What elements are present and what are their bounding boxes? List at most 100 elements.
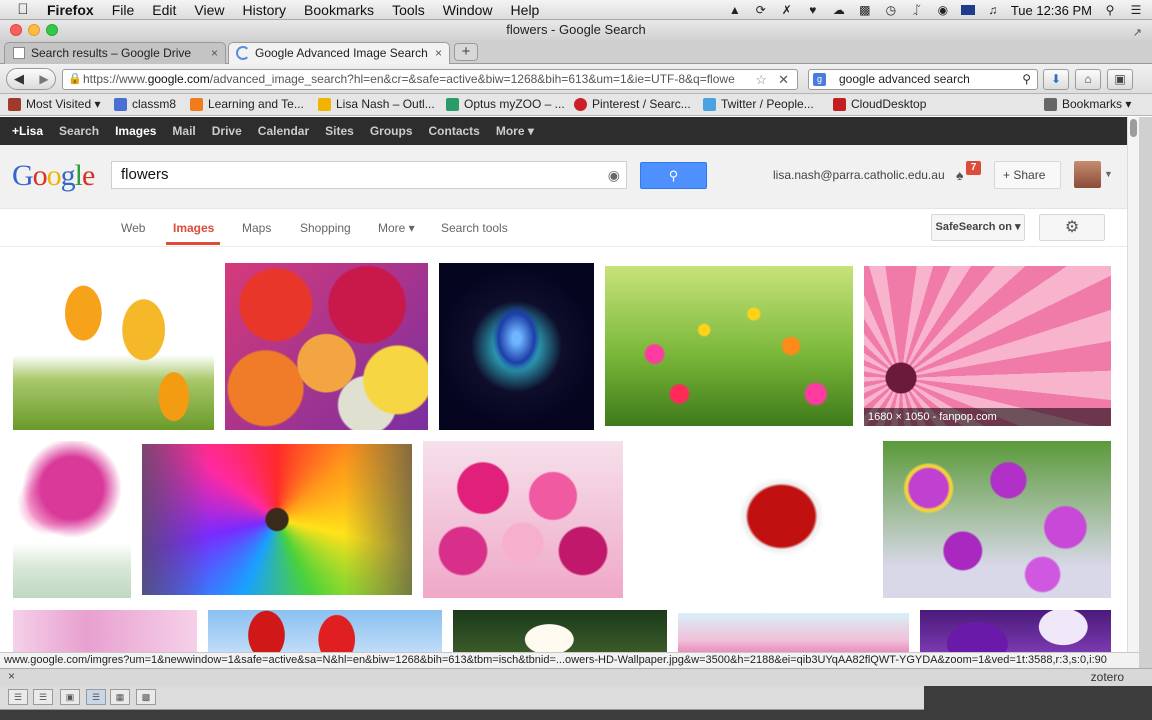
menu-window[interactable]: Window (434, 2, 502, 18)
bookmark-most-visited[interactable]: Most Visited ▾ (8, 97, 101, 111)
notification-badge[interactable]: 7 (966, 161, 981, 175)
new-tab-button[interactable]: + (454, 43, 478, 61)
window-zoom-button[interactable] (46, 24, 58, 36)
menu-history[interactable]: History (233, 2, 295, 18)
notification-bell-icon[interactable]: ♠ (956, 167, 963, 183)
heart-icon[interactable]: ♥ (805, 3, 821, 17)
zotero-button[interactable]: zotero (1091, 670, 1124, 684)
downloads-button[interactable]: ⬇ (1043, 69, 1069, 90)
bookmark-pinterest[interactable]: Pinterest / Searc... (574, 97, 691, 111)
bluetooth-icon[interactable]: ᛢ (909, 3, 925, 17)
forward-arrow-icon[interactable]: ▶ (35, 70, 53, 88)
tab-close-icon[interactable]: × (435, 43, 442, 63)
image-result[interactable] (13, 610, 197, 652)
gbar-calendar[interactable]: Calendar (254, 124, 317, 138)
menu-bookmarks[interactable]: Bookmarks (295, 2, 383, 18)
list-view-icon[interactable]: ☰ (33, 689, 53, 705)
image-result[interactable] (453, 610, 667, 652)
search-icon[interactable]: ⚲ (1022, 70, 1031, 89)
gbar-groups[interactable]: Groups (366, 124, 421, 138)
cover-view-icon[interactable]: ▩ (136, 689, 156, 705)
safesearch-dropdown[interactable]: SafeSearch on ▾ (931, 214, 1025, 241)
wifi-icon[interactable]: ◉ (935, 3, 951, 17)
search-input[interactable]: flowers ◉ (111, 161, 627, 189)
mute-icon[interactable]: ✗ (779, 3, 795, 17)
camera-icon[interactable]: ◉ (608, 162, 620, 188)
grid-view-icon[interactable]: ▦ (110, 689, 130, 705)
screenshot-button[interactable]: ▣ (1107, 69, 1133, 90)
search-tools-button[interactable]: Search tools (441, 221, 508, 235)
bookmark-twitter[interactable]: Twitter / People... (703, 97, 814, 111)
settings-button[interactable]: ⚙ (1039, 214, 1105, 241)
clock[interactable]: Tue 12:36 PM (1011, 3, 1092, 18)
tab-more[interactable]: More ▾ (378, 221, 415, 235)
volume-icon[interactable]: ♫ (985, 3, 1001, 17)
tab-images[interactable]: Images (173, 221, 214, 235)
notification-center-icon[interactable]: ☰ (1128, 3, 1144, 17)
detail-view-icon[interactable]: ☰ (86, 689, 106, 705)
bookmark-clouddesktop[interactable]: CloudDesktop (833, 97, 926, 111)
image-result[interactable] (142, 444, 412, 595)
menu-edit[interactable]: Edit (143, 2, 185, 18)
home-button[interactable]: ⌂ (1075, 69, 1101, 90)
back-arrow-icon[interactable]: ◀ (9, 70, 29, 88)
gbar-plus-lisa[interactable]: +Lisa (8, 124, 51, 138)
menu-help[interactable]: Help (502, 2, 549, 18)
tab-web[interactable]: Web (121, 221, 145, 235)
tab-shopping[interactable]: Shopping (300, 221, 351, 235)
image-result[interactable] (208, 610, 442, 652)
image-result[interactable] (605, 266, 853, 426)
bookmarks-menu[interactable]: Bookmarks ▾ (1044, 97, 1131, 111)
menu-file[interactable]: File (103, 2, 144, 18)
gbar-sites[interactable]: Sites (321, 124, 362, 138)
bookmark-classm8[interactable]: classm8 (114, 97, 176, 111)
menu-app-firefox[interactable]: Firefox (38, 2, 103, 18)
user-email[interactable]: lisa.nash@parra.catholic.edu.au (773, 168, 945, 182)
share-button[interactable]: + Share (994, 161, 1061, 189)
list-view-icon[interactable]: ☰ (8, 689, 28, 705)
lock-icon[interactable]: 🔒 (68, 70, 82, 89)
browser-search-box[interactable]: g google advanced search ⚲ (808, 69, 1038, 90)
gbar-contacts[interactable]: Contacts (425, 124, 488, 138)
image-result[interactable]: 1680 × 1050 - fanpop.com (864, 266, 1111, 426)
apple-menu-icon[interactable]:  (8, 1, 38, 18)
flag-icon[interactable] (960, 5, 975, 15)
image-result[interactable] (920, 610, 1111, 652)
spotlight-icon[interactable]: ⚲ (1102, 3, 1118, 17)
thumbnail-view-icon[interactable]: ▣ (60, 689, 80, 705)
gbar-images[interactable]: Images (111, 124, 164, 138)
stop-icon[interactable]: ✕ (778, 70, 789, 89)
time-machine-icon[interactable]: ◷ (883, 3, 899, 17)
avatar[interactable] (1074, 161, 1101, 188)
sync-icon[interactable]: ⟳ (753, 3, 769, 17)
scrollbar-thumb[interactable] (1130, 119, 1137, 137)
image-result[interactable] (883, 441, 1111, 598)
search-button[interactable]: ⚲ (640, 162, 707, 189)
google-logo[interactable]: Google (12, 159, 95, 193)
url-bar[interactable]: 🔒 https://www.google.com/advanced_image_s… (62, 69, 798, 90)
gbar-drive[interactable]: Drive (208, 124, 250, 138)
chevron-down-icon[interactable]: ▼ (1104, 169, 1113, 179)
bookmark-star-icon[interactable]: ☆ (751, 70, 767, 89)
addon-bar-close-icon[interactable]: × (8, 669, 15, 683)
tab-advanced-image-search[interactable]: Google Advanced Image Search × (228, 42, 450, 65)
image-result[interactable] (13, 441, 131, 598)
tab-google-drive[interactable]: Search results – Google Drive × (4, 42, 226, 64)
image-result[interactable] (225, 263, 428, 430)
image-result[interactable] (423, 441, 623, 598)
image-result[interactable] (439, 263, 594, 430)
tab-maps[interactable]: Maps (242, 221, 271, 235)
image-result[interactable] (634, 441, 872, 598)
image-result[interactable] (678, 613, 909, 652)
tab-close-icon[interactable]: × (211, 43, 218, 63)
gbar-search[interactable]: Search (55, 124, 107, 138)
menu-tools[interactable]: Tools (383, 2, 434, 18)
gbar-mail[interactable]: Mail (168, 124, 203, 138)
bookmark-learning[interactable]: Learning and Te... (190, 97, 304, 111)
gbar-more[interactable]: More ▾ (492, 124, 542, 138)
evernote-icon[interactable]: ▲ (727, 3, 743, 17)
bookmark-optus[interactable]: Optus myZOO – ... (446, 97, 565, 111)
image-result[interactable] (13, 263, 214, 430)
window-close-button[interactable] (10, 24, 22, 36)
bookmark-outlook[interactable]: Lisa Nash – Outl... (318, 97, 435, 111)
